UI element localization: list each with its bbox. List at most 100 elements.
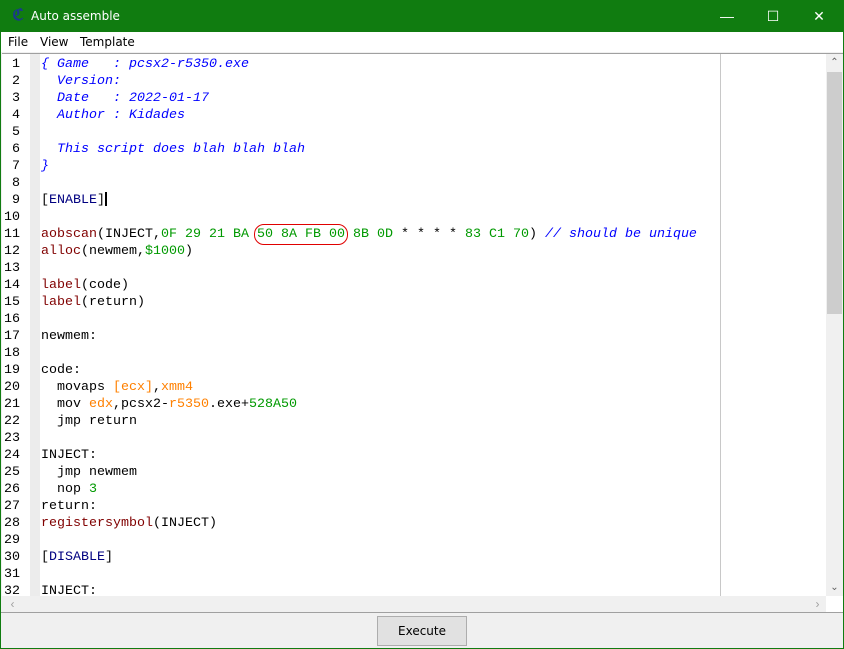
code-line: movaps [ecx],xmm4: [41, 379, 193, 396]
line-number: 16: [4, 312, 20, 327]
code-token: code:: [41, 363, 81, 378]
line-number: 7: [12, 159, 20, 174]
code-token: (return): [81, 295, 145, 310]
menu-view[interactable]: View: [40, 35, 68, 49]
code-token: mov: [41, 397, 89, 412]
code-line: registersymbol(INJECT): [41, 515, 217, 532]
line-number: 26: [4, 482, 20, 497]
menu-bar: File View Template: [1, 32, 843, 52]
line-number: 24: [4, 448, 20, 463]
code-token: xmm4: [160, 380, 193, 395]
line-number: 20: [4, 380, 20, 395]
code-token: alloc: [41, 244, 81, 259]
code-token: registersymbol: [41, 516, 153, 531]
code-line: INJECT:: [41, 447, 97, 464]
code-token: // should be unique: [544, 227, 697, 242]
line-number: 30: [4, 550, 20, 565]
line-number: 13: [4, 261, 20, 276]
code-token: This script does blah blah blah: [41, 142, 305, 157]
fold-gutter: [30, 54, 40, 596]
line-number: 19: [4, 363, 20, 378]
scroll-down-icon[interactable]: ⌄: [826, 579, 843, 596]
code-token: r5350: [169, 397, 209, 412]
scrollbar-thumb[interactable]: [827, 72, 842, 314]
code-line: jmp return: [41, 413, 137, 430]
line-number: 4: [12, 108, 20, 123]
text-caret: [105, 192, 107, 207]
code-line: This script does blah blah blah: [41, 141, 305, 158]
code-token: (INJECT,: [97, 227, 161, 242]
line-number: 10: [4, 210, 20, 225]
code-line: [ENABLE]: [41, 192, 107, 209]
code-token: jmp newmem: [41, 465, 137, 480]
code-token: .exe+: [209, 397, 249, 412]
scroll-right-icon[interactable]: ›: [809, 596, 826, 613]
code-token: 3: [89, 482, 97, 497]
code-line: jmp newmem: [41, 464, 137, 481]
code-line: newmem:: [41, 328, 97, 345]
vertical-scrollbar[interactable]: ⌃ ⌄: [826, 54, 843, 596]
line-number: 15: [4, 295, 20, 310]
code-token: 528A50: [249, 397, 297, 412]
line-number: 9: [12, 193, 20, 208]
code-line: label(code): [41, 277, 129, 294]
scroll-up-icon[interactable]: ⌃: [826, 54, 843, 71]
line-number: 2: [12, 74, 20, 89]
code-token: }: [41, 159, 49, 174]
code-token: edx: [89, 397, 113, 412]
line-number: 14: [4, 278, 20, 293]
code-area[interactable]: { Game : pcsx2-r5350.exe Version: Date :…: [41, 54, 826, 596]
highlighted-bytes: 50 8A FB 00: [253, 224, 348, 245]
code-token: ,pcsx2-: [113, 397, 169, 412]
horizontal-scrollbar[interactable]: ‹ ›: [2, 596, 826, 613]
line-number: 23: [4, 431, 20, 446]
line-number: 21: [4, 397, 20, 412]
execute-button[interactable]: Execute: [377, 616, 467, 646]
code-token: ): [185, 244, 193, 259]
code-token: nop: [41, 482, 89, 497]
code-token: (code): [81, 278, 129, 293]
code-token: INJECT:: [41, 448, 97, 463]
code-editor[interactable]: 1 2 3 4 5 6 7 8 9 10 11 12 13 14 15 16 17 18 19 20 21 22 23 24 2…: [2, 53, 843, 613]
code-token: ): [528, 227, 545, 242]
line-number: 3: [12, 91, 20, 106]
code-line: nop 3: [41, 481, 97, 498]
code-line: code:: [41, 362, 81, 379]
line-number: 17: [4, 329, 20, 344]
code-token: * * * *: [400, 227, 465, 242]
code-token: newmem:: [41, 329, 97, 344]
close-button[interactable]: ✕: [796, 1, 842, 32]
line-number: 27: [4, 499, 20, 514]
code-token: ]: [97, 193, 105, 208]
line-number-gutter: 1 2 3 4 5 6 7 8 9 10 11 12 13 14 15 16 17 18 19 20 21 22 23 24 2…: [2, 54, 30, 599]
auto-assemble-window: ℭ Auto assemble — ☐ ✕ File View Template…: [0, 0, 844, 649]
code-token: [: [41, 550, 49, 565]
code-token: $1000: [145, 244, 185, 259]
code-line: Author : Kidades: [41, 107, 185, 124]
right-margin-line: [720, 54, 721, 596]
code-line: aobscan(INJECT,0F 29 21 BA 50 8A FB 00 8…: [41, 224, 697, 245]
code-line: Date : 2022-01-17: [41, 90, 209, 107]
code-token: DISABLE: [49, 550, 105, 565]
code-token: (INJECT): [152, 516, 217, 531]
line-number: 18: [4, 346, 20, 361]
scroll-left-icon[interactable]: ‹: [4, 596, 21, 613]
window-title: Auto assemble: [31, 9, 120, 23]
line-number: 29: [4, 533, 20, 548]
code-line: mov edx,pcsx2-r5350.exe+528A50: [41, 396, 297, 413]
menu-file[interactable]: File: [8, 35, 28, 49]
minimize-button[interactable]: —: [704, 1, 750, 32]
code-token: movaps: [41, 380, 113, 395]
title-bar: ℭ Auto assemble — ☐ ✕: [1, 1, 843, 32]
code-line: }: [41, 158, 49, 175]
line-number: 31: [4, 567, 20, 582]
code-line: INJECT:: [41, 583, 97, 596]
maximize-button[interactable]: ☐: [750, 1, 796, 32]
code-token: jmp return: [41, 414, 137, 429]
code-token: (newmem,: [81, 244, 145, 259]
line-number: 1: [12, 57, 20, 72]
code-token: label: [41, 295, 81, 310]
menu-template[interactable]: Template: [80, 35, 135, 49]
code-line: return:: [41, 498, 97, 515]
line-number: 28: [4, 516, 20, 531]
